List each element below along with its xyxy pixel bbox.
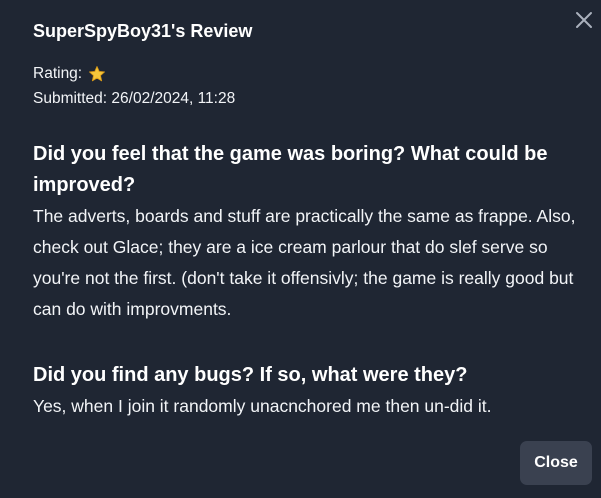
review-title: SuperSpyBoy31's Review (33, 21, 253, 41)
submitted-date: Submitted: 26/02/2024, 11:28 (33, 90, 236, 107)
rating-label: Rating: (33, 65, 83, 82)
star-icon (88, 65, 106, 83)
rating-row: Rating: (33, 61, 235, 86)
question-block: Did you feel that the game was boring? W… (33, 139, 593, 325)
question-heading: Did you feel that the game was boring? W… (33, 143, 548, 196)
close-icon[interactable] (573, 9, 595, 31)
question-heading: Did you find any bugs? If so, what were … (33, 364, 468, 386)
close-button[interactable]: Close (520, 441, 592, 485)
review-modal: SuperSpyBoy31's Review Rating: Submitted… (0, 0, 601, 498)
answer-text: The adverts, boards and stuff are practi… (33, 206, 576, 319)
review-meta: Rating: Submitted: 26/02/2024, 11:28 (33, 61, 235, 111)
question-block: Did you find any bugs? If so, what were … (33, 360, 593, 422)
answer-text: Yes, when I join it randomly unacnchored… (33, 396, 492, 416)
